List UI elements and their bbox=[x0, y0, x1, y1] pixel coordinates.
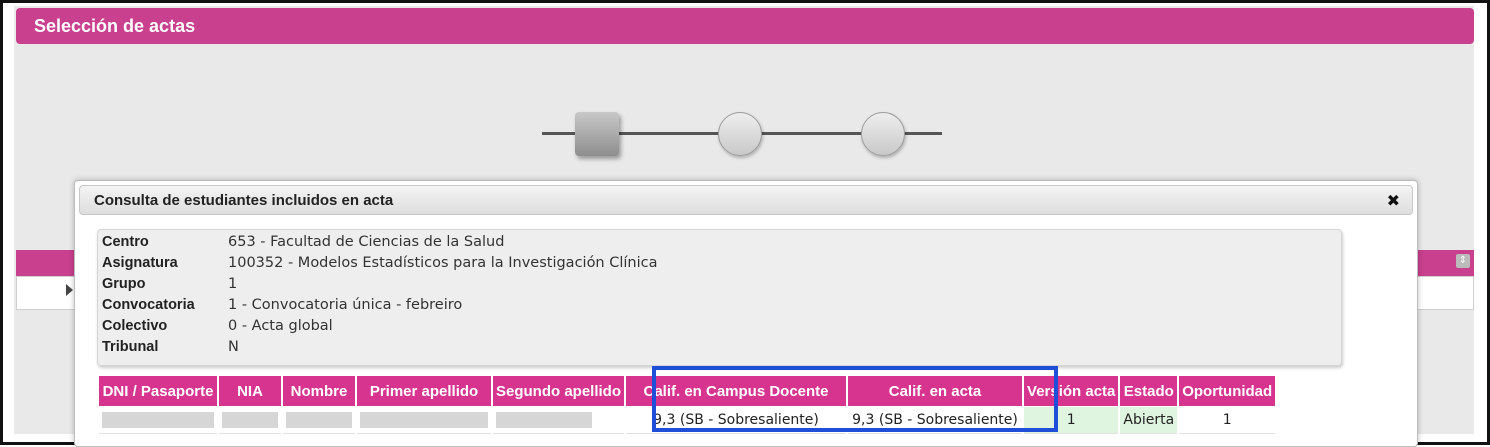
row-expander-icon[interactable] bbox=[66, 284, 73, 296]
info-label: Colectivo bbox=[102, 318, 168, 334]
step-1-square-icon[interactable] bbox=[575, 112, 619, 156]
info-label: Tribunal bbox=[102, 339, 159, 355]
students-table: DNI / Pasaporte NIA Nombre Primer apelli… bbox=[97, 376, 1277, 434]
col-header-calif-acta[interactable]: Calif. en acta bbox=[848, 376, 1023, 407]
col-header-oportunidad[interactable]: Oportunidad bbox=[1179, 376, 1276, 407]
info-value: 0 - Acta global bbox=[228, 318, 333, 334]
info-label: Asignatura bbox=[102, 255, 178, 271]
close-icon[interactable]: ✖ bbox=[1387, 186, 1400, 216]
cell-nia bbox=[219, 407, 281, 434]
info-label: Centro bbox=[102, 234, 149, 250]
cell-version-acta: 1 bbox=[1024, 407, 1119, 434]
cell-nombre bbox=[283, 407, 355, 434]
cell-dni bbox=[99, 407, 217, 434]
page-title: Selección de actas bbox=[16, 8, 1474, 44]
redacted-bar bbox=[360, 412, 488, 428]
col-header-estado[interactable]: Estado bbox=[1120, 376, 1178, 407]
info-value: 100352 - Modelos Estadísticos para la In… bbox=[228, 255, 658, 271]
collapse-icon[interactable]: ⇕ bbox=[1456, 254, 1470, 268]
col-header-nia[interactable]: NIA bbox=[219, 376, 281, 407]
step-2-circle-icon[interactable] bbox=[718, 112, 762, 156]
col-header-calif-campus[interactable]: Calif. en Campus Docente bbox=[626, 376, 847, 407]
info-value: 1 - Convocatoria única - febreiro bbox=[228, 297, 463, 313]
redacted-bar bbox=[496, 412, 592, 428]
redacted-bar bbox=[102, 412, 214, 428]
cell-segundo-apellido bbox=[493, 407, 625, 434]
info-value: N bbox=[228, 339, 239, 355]
acta-info-box: Centro 653 - Facultad de Ciencias de la … bbox=[97, 229, 1342, 366]
step-3-circle-icon[interactable] bbox=[861, 112, 905, 156]
cell-primer-apellido bbox=[357, 407, 491, 434]
info-value: 653 - Facultad de Ciencias de la Salud bbox=[228, 234, 505, 250]
info-label: Convocatoria bbox=[102, 297, 195, 313]
table-row[interactable]: 9,3 (SB - Sobresaliente) 9,3 (SB - Sobre… bbox=[99, 407, 1276, 434]
cell-calif-campus: 9,3 (SB - Sobresaliente) bbox=[626, 407, 847, 434]
cell-oportunidad: 1 bbox=[1179, 407, 1276, 434]
redacted-bar bbox=[286, 412, 352, 428]
col-header-nombre[interactable]: Nombre bbox=[283, 376, 355, 407]
info-value: 1 bbox=[228, 276, 238, 292]
students-modal: Consulta de estudiantes incluidos en act… bbox=[74, 180, 1418, 447]
info-label: Grupo bbox=[102, 276, 146, 292]
col-header-dni[interactable]: DNI / Pasaporte bbox=[99, 376, 217, 407]
table-header-row: DNI / Pasaporte NIA Nombre Primer apelli… bbox=[99, 376, 1276, 407]
modal-header: Consulta de estudiantes incluidos en act… bbox=[79, 185, 1413, 215]
col-header-segundo-apellido[interactable]: Segundo apellido bbox=[493, 376, 625, 407]
redacted-bar bbox=[222, 412, 278, 428]
wizard-stepper bbox=[540, 112, 944, 158]
col-header-primer-apellido[interactable]: Primer apellido bbox=[357, 376, 491, 407]
cell-calif-acta: 9,3 (SB - Sobresaliente) bbox=[848, 407, 1023, 434]
col-header-version-acta[interactable]: Versión acta bbox=[1024, 376, 1119, 407]
modal-title: Consulta de estudiantes incluidos en act… bbox=[94, 192, 394, 209]
cell-estado: Abierta bbox=[1120, 407, 1178, 434]
